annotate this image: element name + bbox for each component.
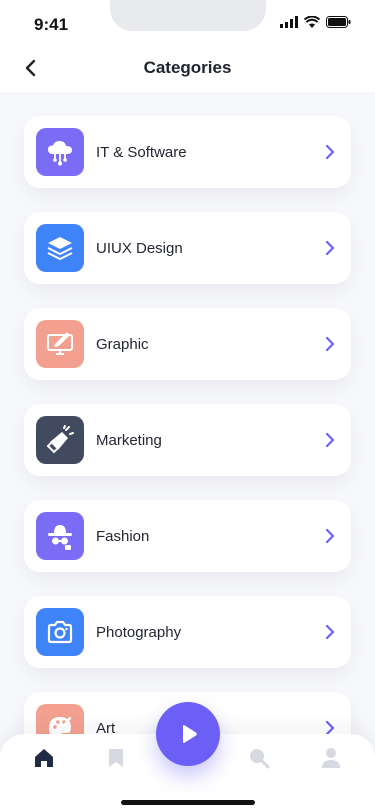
category-card-it-software[interactable]: IT & Software (24, 116, 351, 188)
category-icon-box (36, 128, 84, 176)
tab-bookmarks[interactable] (104, 746, 128, 770)
chevron-right-icon (325, 528, 335, 544)
status-icons (280, 16, 351, 28)
category-icon-box (36, 320, 84, 368)
category-label: Fashion (96, 527, 150, 545)
chevron-left-icon (25, 59, 36, 77)
chevron-right-icon (325, 336, 335, 352)
category-label: IT & Software (96, 143, 187, 161)
cellular-signal-icon (280, 16, 298, 28)
category-icon-box (36, 224, 84, 272)
category-icon-box (36, 608, 84, 656)
category-card-graphic[interactable]: Graphic (24, 308, 351, 380)
chevron-right-icon (325, 240, 335, 256)
category-card-photography[interactable]: Photography (24, 596, 351, 668)
play-icon (183, 725, 197, 743)
bookmark-icon (109, 749, 123, 767)
notch (110, 0, 266, 31)
page-title: Categories (143, 58, 232, 77)
play-button[interactable] (156, 702, 220, 766)
wifi-icon (304, 16, 320, 28)
search-icon (250, 749, 270, 769)
layers-icon (47, 237, 73, 260)
cloud-network-icon (48, 141, 72, 166)
home-indicator (121, 800, 255, 805)
category-list: IT & Software UIUX Design Graphic Market… (24, 116, 351, 788)
chevron-right-icon (325, 144, 335, 160)
category-label: Photography (96, 623, 182, 641)
category-icon-box (36, 416, 84, 464)
megaphone-icon (46, 425, 74, 454)
chevron-right-icon (325, 432, 335, 448)
category-card-marketing[interactable]: Marketing (24, 404, 351, 476)
status-bar: 9:41 (0, 0, 375, 44)
tab-search[interactable] (247, 746, 271, 770)
category-label: UIUX Design (96, 239, 183, 257)
category-label: Graphic (96, 335, 149, 353)
tab-profile[interactable] (319, 746, 343, 770)
battery-icon (326, 16, 351, 28)
camera-icon (47, 620, 73, 644)
status-time: 9:41 (34, 15, 69, 34)
chevron-right-icon (325, 624, 335, 640)
home-icon (35, 749, 53, 767)
category-card-uiux-design[interactable]: UIUX Design (24, 212, 351, 284)
hat-sunglasses-icon (48, 525, 72, 550)
category-icon-box (36, 512, 84, 560)
category-label: Marketing (96, 431, 162, 449)
header: Categories (0, 44, 375, 92)
back-button[interactable] (18, 56, 42, 80)
tab-home[interactable] (32, 746, 56, 770)
monitor-brush-icon (47, 332, 73, 355)
category-card-fashion[interactable]: Fashion (24, 500, 351, 572)
profile-icon (322, 748, 340, 768)
